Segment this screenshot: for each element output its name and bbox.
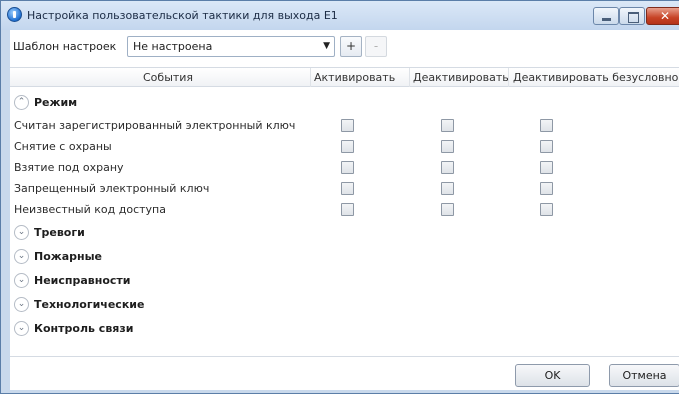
activate-checkbox[interactable] (341, 182, 354, 195)
deactivate-unconditional-checkbox[interactable] (540, 203, 553, 216)
group-faults[interactable]: ⌄ Неисправности (13, 272, 613, 292)
group-technological[interactable]: ⌄ Технологические (13, 296, 613, 316)
dialog-footer: OK Отмена (10, 356, 679, 390)
info-circle-icon (7, 7, 22, 22)
template-label: Шаблон настроек (13, 40, 117, 53)
maximize-button[interactable] (619, 7, 645, 25)
group-alarms[interactable]: ⌄ Тревоги (13, 224, 613, 244)
group-label: Технологические (34, 298, 145, 311)
group-label: Неисправности (34, 274, 131, 287)
chevron-down-icon[interactable]: ⌄ (14, 297, 29, 312)
event-label: Снятие с охраны (14, 140, 112, 153)
activate-checkbox[interactable] (341, 203, 354, 216)
table-row: Взятие под охрану (10, 158, 679, 178)
column-header-deactivate-unconditional[interactable]: Деактивировать безусловно (513, 71, 678, 84)
table-row: Запрещенный электронный ключ (10, 179, 679, 199)
group-label: Режим (34, 96, 78, 109)
event-label: Запрещенный электронный ключ (14, 182, 210, 195)
deactivate-checkbox[interactable] (441, 182, 454, 195)
column-divider[interactable] (508, 68, 509, 87)
column-divider[interactable] (310, 68, 311, 87)
event-label: Неизвестный код доступа (14, 203, 166, 216)
group-label: Тревоги (34, 226, 85, 239)
column-header-deactivate[interactable]: Деактивировать (413, 71, 509, 84)
table-row: Считан зарегистрированный электронный кл… (10, 116, 679, 136)
template-select[interactable]: Не настроена ▼ (127, 36, 335, 57)
minimize-button[interactable] (593, 7, 619, 25)
dialog-window: Настройка пользовательской тактики для в… (0, 0, 679, 394)
chevron-down-icon: ▼ (323, 41, 330, 51)
template-select-value: Не настроена (133, 40, 213, 53)
chevron-down-icon[interactable]: ⌄ (14, 273, 29, 288)
chevron-down-icon[interactable]: ⌄ (14, 225, 29, 240)
chevron-up-icon[interactable]: ⌃ (14, 95, 29, 110)
group-label: Пожарные (34, 250, 103, 263)
deactivate-checkbox[interactable] (441, 161, 454, 174)
activate-checkbox[interactable] (341, 140, 354, 153)
grid-header: События Активировать Деактивировать Деак… (10, 67, 679, 87)
column-divider[interactable] (409, 68, 410, 87)
cancel-button[interactable]: Отмена (609, 364, 679, 387)
column-header-activate[interactable]: Активировать (314, 71, 395, 84)
deactivate-unconditional-checkbox[interactable] (540, 119, 553, 132)
group-connection-control[interactable]: ⌄ Контроль связи (13, 320, 613, 340)
deactivate-unconditional-checkbox[interactable] (540, 161, 553, 174)
activate-checkbox[interactable] (341, 161, 354, 174)
column-header-events[interactable]: События (143, 71, 193, 84)
add-template-button[interactable]: + (340, 36, 362, 57)
chevron-down-icon[interactable]: ⌄ (14, 249, 29, 264)
deactivate-unconditional-checkbox[interactable] (540, 140, 553, 153)
group-fire[interactable]: ⌄ Пожарные (13, 248, 613, 268)
deactivate-unconditional-checkbox[interactable] (540, 182, 553, 195)
group-mode[interactable]: ⌃ Режим (13, 94, 613, 114)
ok-button[interactable]: OK (515, 364, 590, 387)
event-label: Считан зарегистрированный электронный кл… (14, 119, 296, 132)
event-label: Взятие под охрану (14, 161, 124, 174)
table-row: Неизвестный код доступа (10, 200, 679, 220)
window-title: Настройка пользовательской тактики для в… (27, 9, 338, 22)
deactivate-checkbox[interactable] (441, 203, 454, 216)
title-bar[interactable]: Настройка пользовательской тактики для в… (1, 1, 679, 30)
activate-checkbox[interactable] (341, 119, 354, 132)
close-button[interactable] (646, 7, 679, 25)
chevron-down-icon[interactable]: ⌄ (14, 321, 29, 336)
deactivate-checkbox[interactable] (441, 119, 454, 132)
dialog-body: Шаблон настроек Не настроена ▼ + - Событ… (10, 30, 679, 390)
remove-template-button[interactable]: - (365, 36, 387, 57)
table-row: Снятие с охраны (10, 137, 679, 157)
deactivate-checkbox[interactable] (441, 140, 454, 153)
group-label: Контроль связи (34, 322, 134, 335)
